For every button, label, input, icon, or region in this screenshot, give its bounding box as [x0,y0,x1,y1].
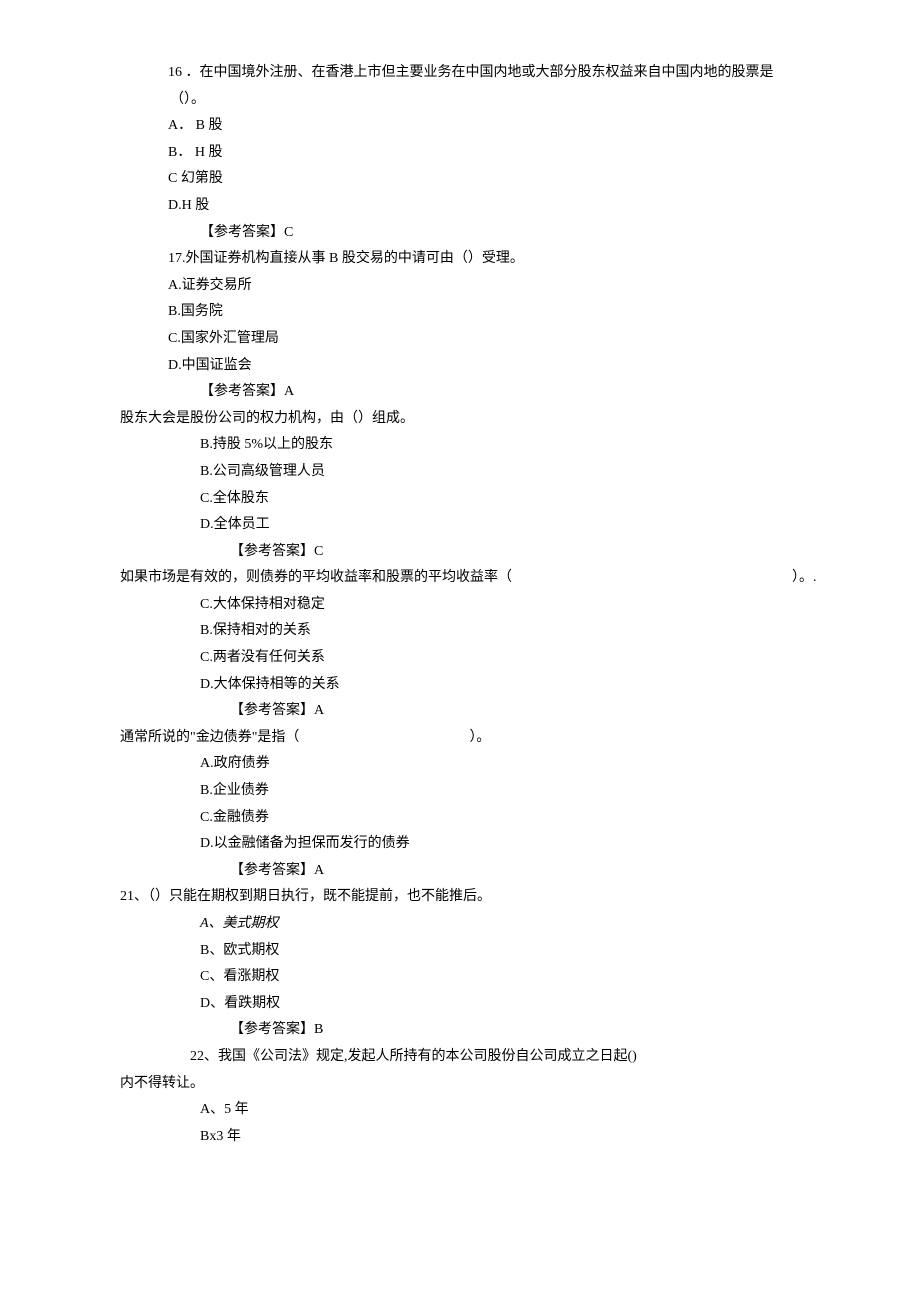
q16-option-d: D.H 股 [168,193,880,220]
q21-answer: 【参考答案】B [230,1017,880,1044]
q19-option-c: C.两者没有任何关系 [200,645,880,672]
q17-answer: 【参考答案】A [200,379,880,406]
spacer [299,725,469,752]
q19-option-a: C.大体保持相对稳定 [200,592,880,619]
q18-answer: 【参考答案】C [230,539,880,566]
q21-stem: 21、（）只能在期权到期日执行，既不能提前，也不能推后。 [120,884,880,911]
q17-stem: 17.外国证券机构直接从事 B 股交易的中请可由（）受理。 [168,246,880,273]
q20-stem-part-b: ）。 [469,725,490,752]
q21-option-b: B、欧式期权 [200,938,880,965]
q21-option-c: C、看涨期权 [200,964,880,991]
spacer [512,565,792,592]
q16-stem-line1: 16 ．在中国境外注册、在香港上市但主要业务在中国内地或大部分股东权益来自中国内… [168,60,880,87]
q17-option-c: C.国家外汇管理局 [168,326,880,353]
q16-answer: 【参考答案】C [200,220,880,247]
q19-stem-part-b: ）。. [792,565,817,592]
q21-option-d: D、看跌期权 [200,991,880,1018]
q20-option-c: C.金融债券 [200,805,880,832]
q19-answer: 【参考答案】A [230,698,880,725]
q20-stem-part-a: 通常所说的"金边债券"是指（ [120,725,299,752]
q19-option-d: D.大体保持相等的关系 [200,672,880,699]
q18-option-a: B.持股 5%以上的股东 [200,432,880,459]
q16-option-c: C 幻第股 [168,166,880,193]
q20-option-b: B.企业债券 [200,778,880,805]
q17-option-a: A.证券交易所 [168,273,880,300]
q19-stem-part-a: 如果市场是有效的，则债券的平均收益率和股票的平均收益率（ [120,565,512,592]
q17-option-b: B.国务院 [168,299,880,326]
q20-option-a: A.政府债券 [200,751,880,778]
q18-stem: 股东大会是股份公司的权力机构，由（）组成。 [120,406,880,433]
q22-stem-line1: 22、我国《公司法》规定,发起人所持有的本公司股份自公司成立之日起() [190,1044,880,1071]
q16-option-b: B． H 股 [168,140,880,167]
q17-option-d: D.中国证监会 [168,353,880,380]
q22-option-a: A、5 年 [200,1097,880,1124]
q19-option-b: B.保持相对的关系 [200,618,880,645]
q22-stem-line2: 内不得转让。 [120,1071,880,1098]
q20-stem: 通常所说的"金边债券"是指（ ）。 [120,725,880,752]
q16-option-a: A． B 股 [168,113,880,140]
q20-answer: 【参考答案】A [230,858,880,885]
document-page: 16 ．在中国境外注册、在香港上市但主要业务在中国内地或大部分股东权益来自中国内… [0,0,920,1190]
q20-option-d: D.以金融储备为担保而发行的债券 [200,831,880,858]
q21-option-a: A、美式期权 [200,911,880,938]
q18-option-d: D.全体员工 [200,512,880,539]
q18-option-c: C.全体股东 [200,486,880,513]
q22-option-b: Bx3 年 [200,1124,880,1151]
q18-option-b: B.公司高级管理人员 [200,459,880,486]
q19-stem: 如果市场是有效的，则债券的平均收益率和股票的平均收益率（ ）。. [120,565,880,592]
q16-stem-line2: （）。 [170,87,880,114]
